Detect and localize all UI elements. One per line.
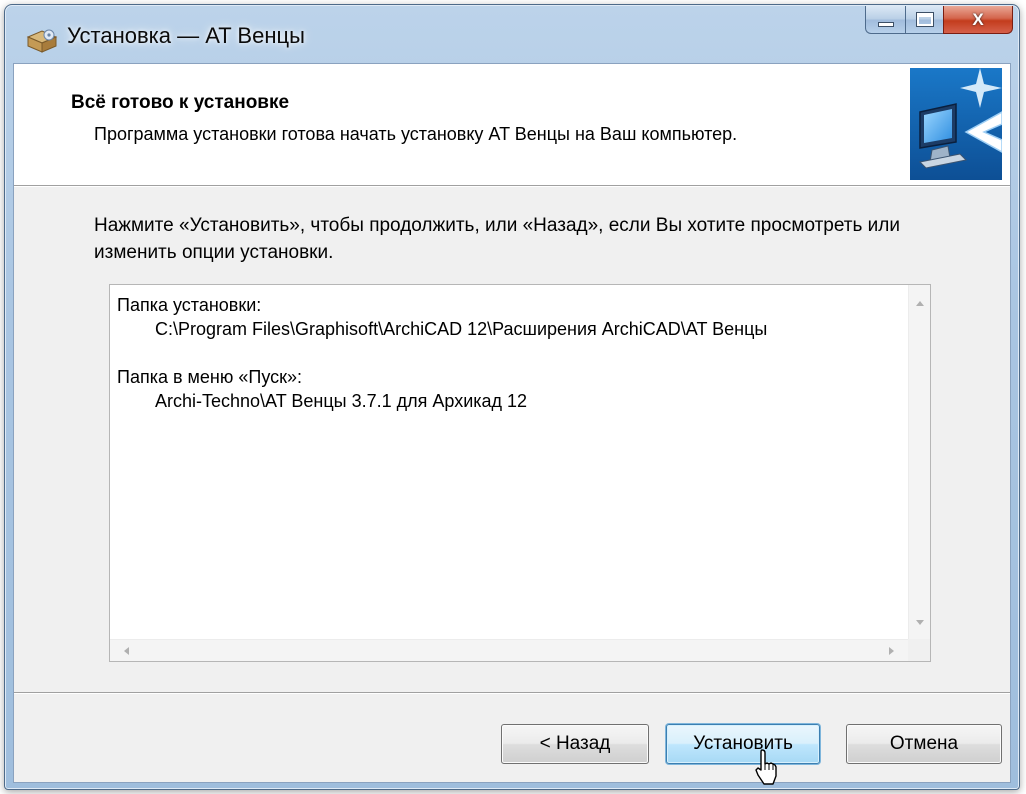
- scroll-down-arrow-icon[interactable]: [916, 620, 924, 625]
- page-title: Всё готово к установке: [71, 92, 290, 113]
- window-title: Установка — AT Венцы: [67, 23, 305, 48]
- start-menu-value: Archi-Techno\AT Венцы 3.7.1 для Архикад …: [155, 391, 528, 411]
- memo-content: Папка установки: C:\Program Files\Graphi…: [117, 293, 767, 413]
- scroll-left-arrow-icon[interactable]: [124, 647, 129, 655]
- horizontal-scrollbar[interactable]: [110, 639, 908, 661]
- minimize-icon: [877, 22, 894, 27]
- scroll-up-arrow-icon[interactable]: [916, 301, 924, 306]
- cancel-button[interactable]: Отмена: [846, 724, 1002, 764]
- caption-buttons: X: [865, 6, 1013, 34]
- minimize-button[interactable]: [865, 6, 905, 34]
- wizard-client-area: Всё готово к установке Программа установ…: [13, 63, 1011, 783]
- close-button[interactable]: X: [943, 6, 1013, 34]
- installer-box-icon: [26, 29, 58, 53]
- install-folder-label: Папка установки:: [117, 295, 262, 315]
- memo-gap: [117, 341, 767, 365]
- maximize-icon: [915, 12, 934, 27]
- installer-window: Установка — AT Венцы X Всё готово к уста…: [4, 4, 1020, 790]
- ready-memo[interactable]: Папка установки: C:\Program Files\Graphi…: [109, 284, 931, 662]
- close-icon: X: [972, 9, 984, 29]
- title-bar[interactable]: Установка — AT Венцы X: [5, 5, 1019, 63]
- page-subtitle: Программа установки готова начать устано…: [94, 124, 738, 144]
- wizard-header: Всё готово к установке Программа установ…: [14, 64, 1010, 187]
- back-button[interactable]: < Назад: [501, 724, 649, 764]
- computer-install-arrow-icon: [910, 68, 1002, 180]
- scrollbar-corner: [908, 639, 930, 661]
- instruction-text: Нажмите «Установить», чтобы продолжить, …: [94, 215, 900, 263]
- start-menu-label: Папка в меню «Пуск»:: [117, 367, 303, 387]
- footer-separator: [14, 692, 1010, 694]
- scroll-right-arrow-icon[interactable]: [889, 647, 894, 655]
- install-folder-value: C:\Program Files\Graphisoft\ArchiCAD 12\…: [155, 319, 768, 339]
- install-button[interactable]: Установить: [666, 724, 820, 764]
- maximize-button[interactable]: [905, 6, 943, 34]
- vertical-scrollbar[interactable]: [908, 285, 930, 641]
